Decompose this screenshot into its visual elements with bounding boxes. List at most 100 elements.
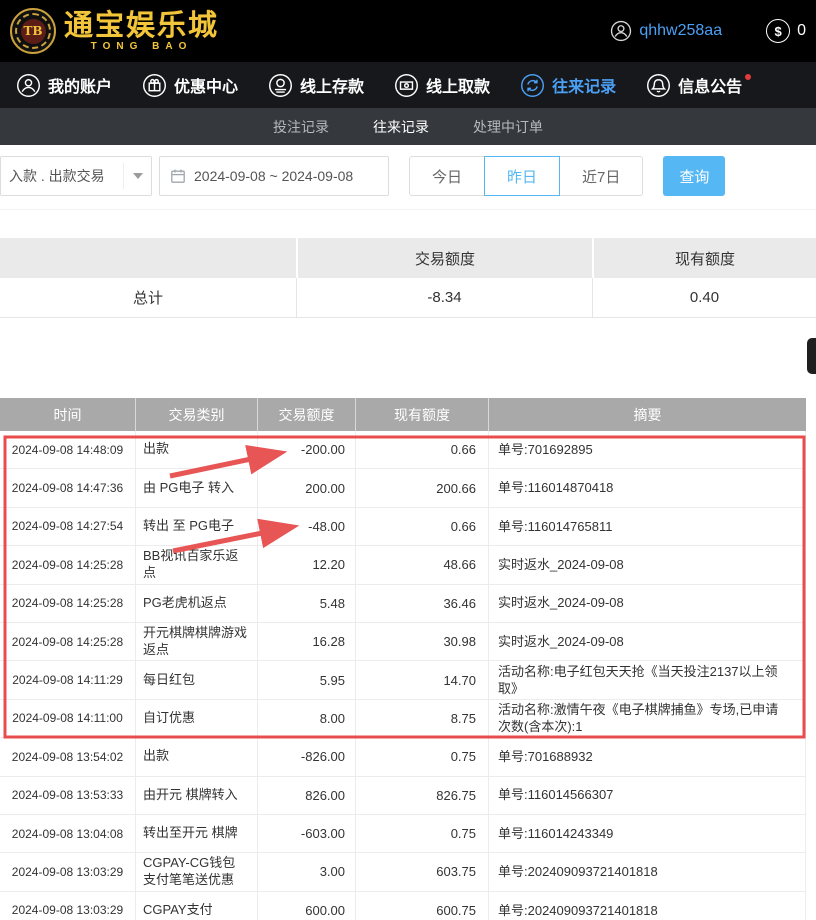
- yesterday-button[interactable]: 昨日: [484, 156, 560, 196]
- calendar-icon: [170, 168, 186, 184]
- bell-icon: [646, 73, 671, 98]
- cell-amount: 826.00: [257, 777, 355, 814]
- cell-summary: 实时返水_2024-09-08: [488, 623, 806, 660]
- cell-type: BB视讯百家乐返点: [135, 546, 257, 583]
- table-row: 2024-09-08 14:11:29每日红包5.9514.70活动名称:电子红…: [0, 661, 806, 699]
- cell-balance: 0.75: [355, 815, 488, 852]
- cell-amount: 600.00: [257, 892, 355, 920]
- transaction-type-value: 入款 . 出款交易: [9, 166, 105, 186]
- deposit-icon: [268, 73, 293, 98]
- transactions-table: 时间 交易类别 交易额度 现有额度 摘要 2024-09-08 14:48:09…: [0, 398, 806, 920]
- table-row: 2024-09-08 13:54:02出款-826.000.75单号:70168…: [0, 738, 806, 776]
- last7days-button[interactable]: 近7日: [559, 156, 643, 196]
- cell-balance: 36.46: [355, 585, 488, 622]
- nav-label: 信息公告: [678, 73, 742, 97]
- cell-type: 自订优惠: [135, 700, 257, 737]
- nav-item-promotions[interactable]: 优惠中心: [142, 73, 238, 98]
- top-header: TB 通宝娱乐城 TONG BAO qhhw258aa $ 0: [0, 0, 816, 62]
- cell-summary: 活动名称:电子红包天天抢《当天投注2137以上领取》: [488, 661, 806, 698]
- page: TB 通宝娱乐城 TONG BAO qhhw258aa $ 0: [0, 0, 816, 920]
- cell-summary: 单号:202409093721401818: [488, 892, 806, 920]
- summary-header-amount: 交易额度: [296, 238, 592, 278]
- cell-amount: 3.00: [257, 853, 355, 890]
- cell-time: 2024-09-08 14:27:54: [0, 508, 135, 545]
- username[interactable]: qhhw258aa: [639, 22, 722, 40]
- cell-type: CGPAY-CG钱包支付笔笔送优惠: [135, 853, 257, 890]
- col-header-type: 交易类别: [135, 398, 257, 431]
- cell-balance: 0.66: [355, 431, 488, 468]
- table-row: 2024-09-08 13:03:29CGPAY支付600.00600.75单号…: [0, 892, 806, 920]
- nav-item-my-account[interactable]: 我的账户: [16, 73, 112, 98]
- table-row: 2024-09-08 14:27:54转出 至 PG电子-48.000.66单号…: [0, 508, 806, 546]
- cell-balance: 48.66: [355, 546, 488, 583]
- nav-item-withdraw[interactable]: 线上取款: [394, 73, 490, 98]
- balance-value: 0: [797, 22, 806, 40]
- cell-amount: -48.00: [257, 508, 355, 545]
- cell-time: 2024-09-08 14:25:28: [0, 546, 135, 583]
- cell-time: 2024-09-08 14:47:36: [0, 469, 135, 506]
- today-button[interactable]: 今日: [409, 156, 485, 196]
- withdraw-icon: [394, 73, 419, 98]
- cell-type: 出款: [135, 738, 257, 775]
- cell-summary: 单号:116014566307: [488, 777, 806, 814]
- cell-type: 开元棋牌棋牌游戏返点: [135, 623, 257, 660]
- tab-betting-records[interactable]: 投注记录: [273, 117, 329, 137]
- chevron-down-icon: [123, 163, 151, 189]
- cell-time: 2024-09-08 14:11:29: [0, 661, 135, 698]
- nav-item-records[interactable]: 往来记录: [520, 73, 616, 98]
- site-logo[interactable]: TB 通宝娱乐城 TONG BAO: [10, 8, 219, 54]
- nav-label: 优惠中心: [174, 73, 238, 97]
- date-range-value: 2024-09-08 ~ 2024-09-08: [194, 168, 353, 184]
- cell-balance: 603.75: [355, 853, 488, 890]
- user-area: qhhw258aa $ 0: [610, 19, 806, 43]
- cell-type: 转出至开元 棋牌: [135, 815, 257, 852]
- filter-bar: 入款 . 出款交易 2024-09-08 ~ 2024-09-08 今日 昨日 …: [0, 145, 816, 210]
- query-button[interactable]: 查询: [663, 156, 725, 196]
- cell-time: 2024-09-08 14:11:00: [0, 700, 135, 737]
- cell-balance: 30.98: [355, 623, 488, 660]
- table-header-row: 时间 交易类别 交易额度 现有额度 摘要: [0, 398, 806, 431]
- cell-balance: 826.75: [355, 777, 488, 814]
- cell-time: 2024-09-08 13:04:08: [0, 815, 135, 852]
- nav-item-announcements[interactable]: 信息公告: [646, 73, 742, 98]
- cell-time: 2024-09-08 13:03:29: [0, 892, 135, 920]
- cell-amount: 12.20: [257, 546, 355, 583]
- main-nav: 我的账户 优惠中心 线上存款 线上取款: [0, 62, 816, 108]
- cell-balance: 14.70: [355, 661, 488, 698]
- cell-amount: -826.00: [257, 738, 355, 775]
- cell-balance: 0.75: [355, 738, 488, 775]
- table-row: 2024-09-08 14:11:00自订优惠8.008.75活动名称:激情午夜…: [0, 700, 806, 738]
- summary-total-row: 总计 -8.34 0.40: [0, 278, 816, 318]
- date-range-input[interactable]: 2024-09-08 ~ 2024-09-08: [159, 156, 389, 196]
- col-header-balance: 现有额度: [355, 398, 488, 431]
- cell-summary: 实时返水_2024-09-08: [488, 546, 806, 583]
- cell-time: 2024-09-08 13:53:33: [0, 777, 135, 814]
- floating-widget-edge[interactable]: [807, 338, 816, 374]
- cell-type: CGPAY支付: [135, 892, 257, 920]
- coin-dollar-icon[interactable]: $: [766, 19, 790, 43]
- cell-summary: 单号:116014243349: [488, 815, 806, 852]
- cell-summary: 实时返水_2024-09-08: [488, 585, 806, 622]
- cell-amount: 16.28: [257, 623, 355, 660]
- tab-processing-orders[interactable]: 处理中订单: [473, 117, 543, 137]
- table-row: 2024-09-08 14:25:28PG老虎机返点5.4836.46实时返水_…: [0, 585, 806, 623]
- notification-badge-dot: [745, 74, 751, 80]
- cell-type: 由开元 棋牌转入: [135, 777, 257, 814]
- records-icon: [520, 73, 545, 98]
- cell-summary: 单号:701688932: [488, 738, 806, 775]
- col-header-summary: 摘要: [488, 398, 806, 431]
- cell-summary: 活动名称:激情午夜《电子棋牌捕鱼》专场,已申请次数(含本次):1: [488, 700, 806, 737]
- table-row: 2024-09-08 14:47:36由 PG电子 转入200.00200.66…: [0, 469, 806, 507]
- cell-balance: 0.66: [355, 508, 488, 545]
- transaction-type-select[interactable]: 入款 . 出款交易: [0, 156, 152, 196]
- cell-amount: 8.00: [257, 700, 355, 737]
- cell-balance: 600.75: [355, 892, 488, 920]
- cell-summary: 单号:202409093721401818: [488, 853, 806, 890]
- table-row: 2024-09-08 13:03:29CGPAY-CG钱包支付笔笔送优惠3.00…: [0, 853, 806, 891]
- user-avatar-icon: [610, 20, 632, 42]
- nav-item-deposit[interactable]: 线上存款: [268, 73, 364, 98]
- cell-type: 由 PG电子 转入: [135, 469, 257, 506]
- site-title: 通宝娱乐城: [64, 10, 219, 40]
- table-row: 2024-09-08 14:25:28BB视讯百家乐返点12.2048.66实时…: [0, 546, 806, 584]
- tab-transaction-records[interactable]: 往来记录: [373, 117, 429, 137]
